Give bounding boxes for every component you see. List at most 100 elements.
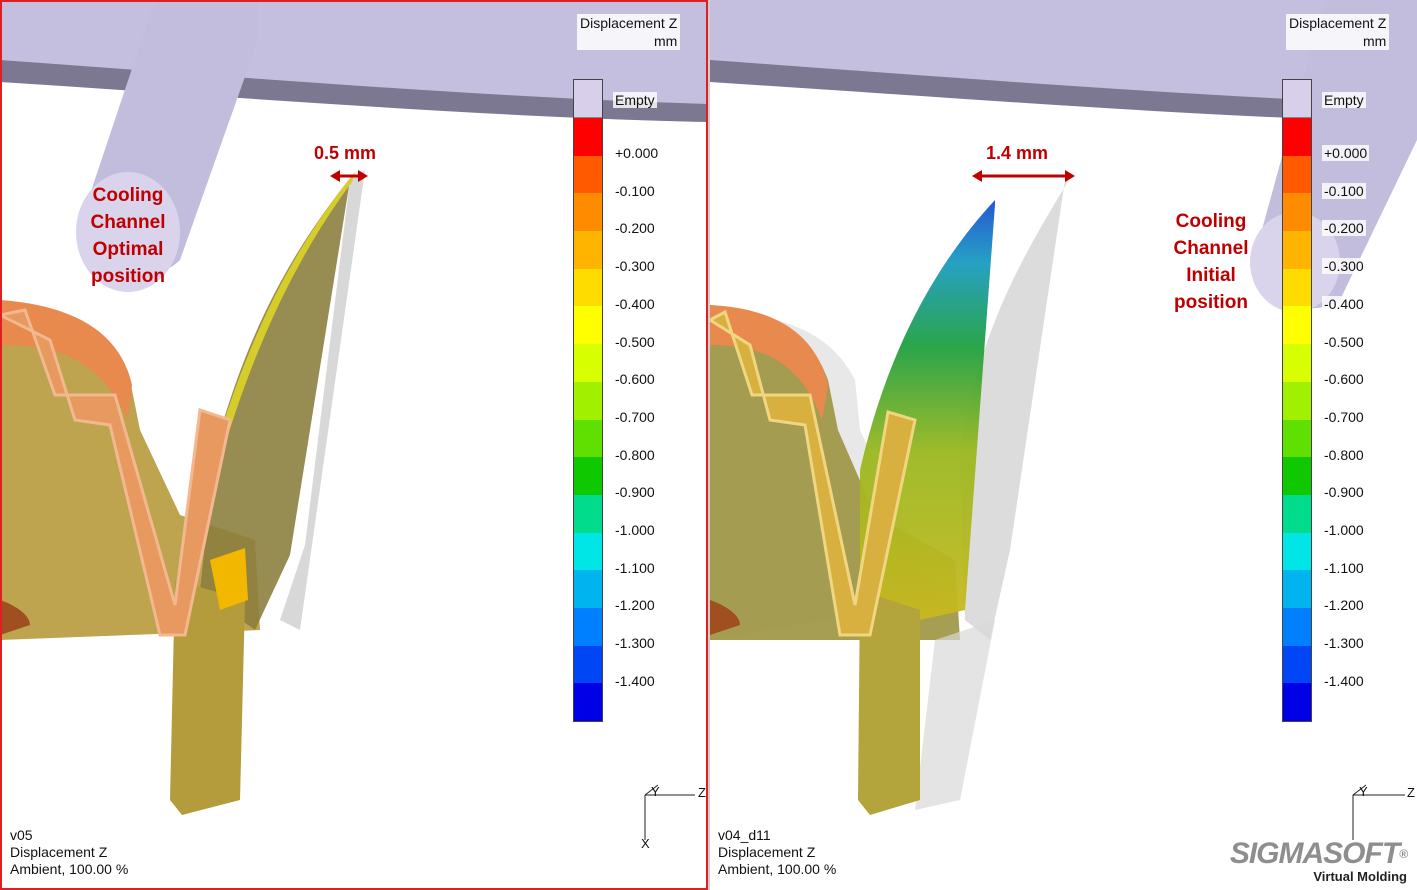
colorbar-cell xyxy=(1283,457,1311,495)
colorbar-cell xyxy=(574,155,602,194)
info-line: Displacement Z xyxy=(718,844,816,860)
colorbar-tick-label: -1.000 xyxy=(1322,522,1366,538)
colorbar-cell xyxy=(1283,193,1311,232)
colorbar-empty-label: Empty xyxy=(1322,92,1366,108)
axis-z-label: Z xyxy=(698,785,706,800)
colorbar-tick-label: -0.600 xyxy=(1322,371,1366,388)
colorbar-cell xyxy=(1283,494,1311,533)
colorbar-cell xyxy=(574,645,602,684)
colorbar-cell xyxy=(574,419,602,458)
colorbar-tick-label: -1.200 xyxy=(1322,597,1366,614)
colorbar-cell xyxy=(1283,607,1311,646)
colorbar-cell xyxy=(574,118,602,156)
colorbar-tick-label: -0.300 xyxy=(1322,258,1366,275)
colorbar-cell xyxy=(574,532,602,571)
colorbar-tick-label: -0.700 xyxy=(1322,408,1366,425)
view-info: v05 Displacement Z Ambient, 100.00 % xyxy=(10,827,128,878)
annotation-line: Channel xyxy=(1173,238,1249,259)
colorbar-cell xyxy=(574,457,602,495)
colorbar-tick-label: -0.300 xyxy=(613,258,657,275)
axis-x-label: X xyxy=(641,836,650,851)
colorbar-tick-label: -0.900 xyxy=(1322,484,1366,501)
colorbar-tick-label: +0.000 xyxy=(1322,145,1370,161)
dimension-label: 1.4 mm xyxy=(986,143,1049,163)
colorbar-cell xyxy=(1283,118,1311,156)
colorbar-cell xyxy=(574,306,602,345)
colorbar-cell xyxy=(574,231,602,269)
colorbar-cell xyxy=(1283,155,1311,194)
colorbar-cell xyxy=(1283,306,1311,345)
legend-unit: mm xyxy=(653,33,678,49)
colorbar-empty-cell xyxy=(574,80,602,118)
logo-brand: SIGMASOFT® xyxy=(1229,837,1408,870)
colorbar-tick-label: -1.300 xyxy=(613,635,657,652)
colorbar-tick-label: -0.900 xyxy=(613,484,657,501)
colorbar-tick-label: -1.100 xyxy=(613,559,657,576)
info-line: Displacement Z xyxy=(10,844,108,860)
colorbar-tick-label: -1.400 xyxy=(613,672,657,689)
colorbar-cell xyxy=(574,683,602,721)
colorbar-cell xyxy=(1283,231,1311,269)
colorbar-empty-cell xyxy=(1283,80,1311,118)
legend-title-text: Displacement Z xyxy=(1289,15,1387,31)
annotation-line: Channel xyxy=(90,212,166,233)
colorbar-cell xyxy=(1283,381,1311,420)
colorbar-tick-label: -0.100 xyxy=(613,182,657,199)
colorbar-tick-label: -0.200 xyxy=(1322,220,1366,237)
view-info: v04_d11 Displacement Z Ambient, 100.00 % xyxy=(718,827,836,878)
colorbar-tick-label: -0.500 xyxy=(613,333,657,350)
colorbar-tick-label: -0.800 xyxy=(1322,446,1366,463)
info-line: v05 xyxy=(10,827,33,843)
left-result-view: Displacement Z mm Empty +0.000 -0.100 -0.2… xyxy=(0,0,708,890)
colorbar-tick-label: -1.100 xyxy=(1322,559,1366,576)
colorbar-cell xyxy=(574,268,602,307)
annotation-line: position xyxy=(91,266,165,287)
colorbar-tick-label: -1.300 xyxy=(1322,635,1366,652)
dimension-label: 0.5 mm xyxy=(314,143,377,163)
colorbar-tick-label: -0.400 xyxy=(1322,295,1366,312)
axis-z-label: Z xyxy=(1407,785,1415,800)
info-line: v04_d11 xyxy=(718,827,771,843)
annotation-line: Optimal xyxy=(92,239,164,260)
colorbar-tick-label: -0.200 xyxy=(613,220,657,237)
cooling-channel-label: Cooling Channel Initial position xyxy=(1165,208,1257,316)
colorbar-cell xyxy=(1283,344,1311,382)
legend-unit: mm xyxy=(1362,33,1387,49)
colorbar-tick-label: -0.700 xyxy=(613,408,657,425)
colorbar-cell xyxy=(1283,268,1311,307)
colorbar-cell xyxy=(1283,419,1311,458)
axis-y-label: Y xyxy=(1359,784,1368,799)
colorbar-tick-label: +0.000 xyxy=(613,145,661,161)
colorbar-tick-label: -1.400 xyxy=(1322,672,1366,689)
colorbar-cell xyxy=(1283,645,1311,684)
colorbar-tick-label: -0.500 xyxy=(1322,333,1366,350)
colorbar-cell xyxy=(574,193,602,232)
colorbar-tick-label: -0.400 xyxy=(613,295,657,312)
colorbar-cell xyxy=(574,344,602,382)
colorbar-cell xyxy=(574,570,602,608)
colorbar-empty-label: Empty xyxy=(613,92,657,108)
annotation-line: Initial xyxy=(1186,265,1236,286)
logo-tagline: Virtual Molding xyxy=(1313,869,1407,884)
colorbar-cell xyxy=(574,494,602,533)
info-line: Ambient, 100.00 % xyxy=(718,861,837,877)
colorbar-cell xyxy=(1283,570,1311,608)
colorbar-tick-label: -0.800 xyxy=(613,446,657,463)
colorbar-tick-label: -1.000 xyxy=(613,522,657,538)
annotation-line: Cooling xyxy=(92,185,164,206)
axis-y-label: Y xyxy=(651,784,660,799)
info-line: Ambient, 100.00 % xyxy=(10,861,129,877)
colorbar-tick-label: -0.600 xyxy=(613,371,657,388)
legend-title-text: Displacement Z xyxy=(580,15,678,31)
colorbar-tick-label: -0.100 xyxy=(1322,182,1366,199)
colorbar-cell xyxy=(574,607,602,646)
annotation-line: Cooling xyxy=(1175,211,1247,232)
colorbar xyxy=(1282,79,1312,722)
annotation-line: position xyxy=(1174,292,1248,313)
colorbar-tick-label: -1.200 xyxy=(613,597,657,614)
legend-title: Displacement Z mm xyxy=(577,14,681,50)
sigmasoft-logo: SIGMASOFT® Virtual Molding xyxy=(1229,837,1408,885)
colorbar-cell xyxy=(1283,532,1311,571)
legend-title: Displacement Z mm xyxy=(1286,14,1390,50)
undeformed-leg xyxy=(915,620,995,810)
